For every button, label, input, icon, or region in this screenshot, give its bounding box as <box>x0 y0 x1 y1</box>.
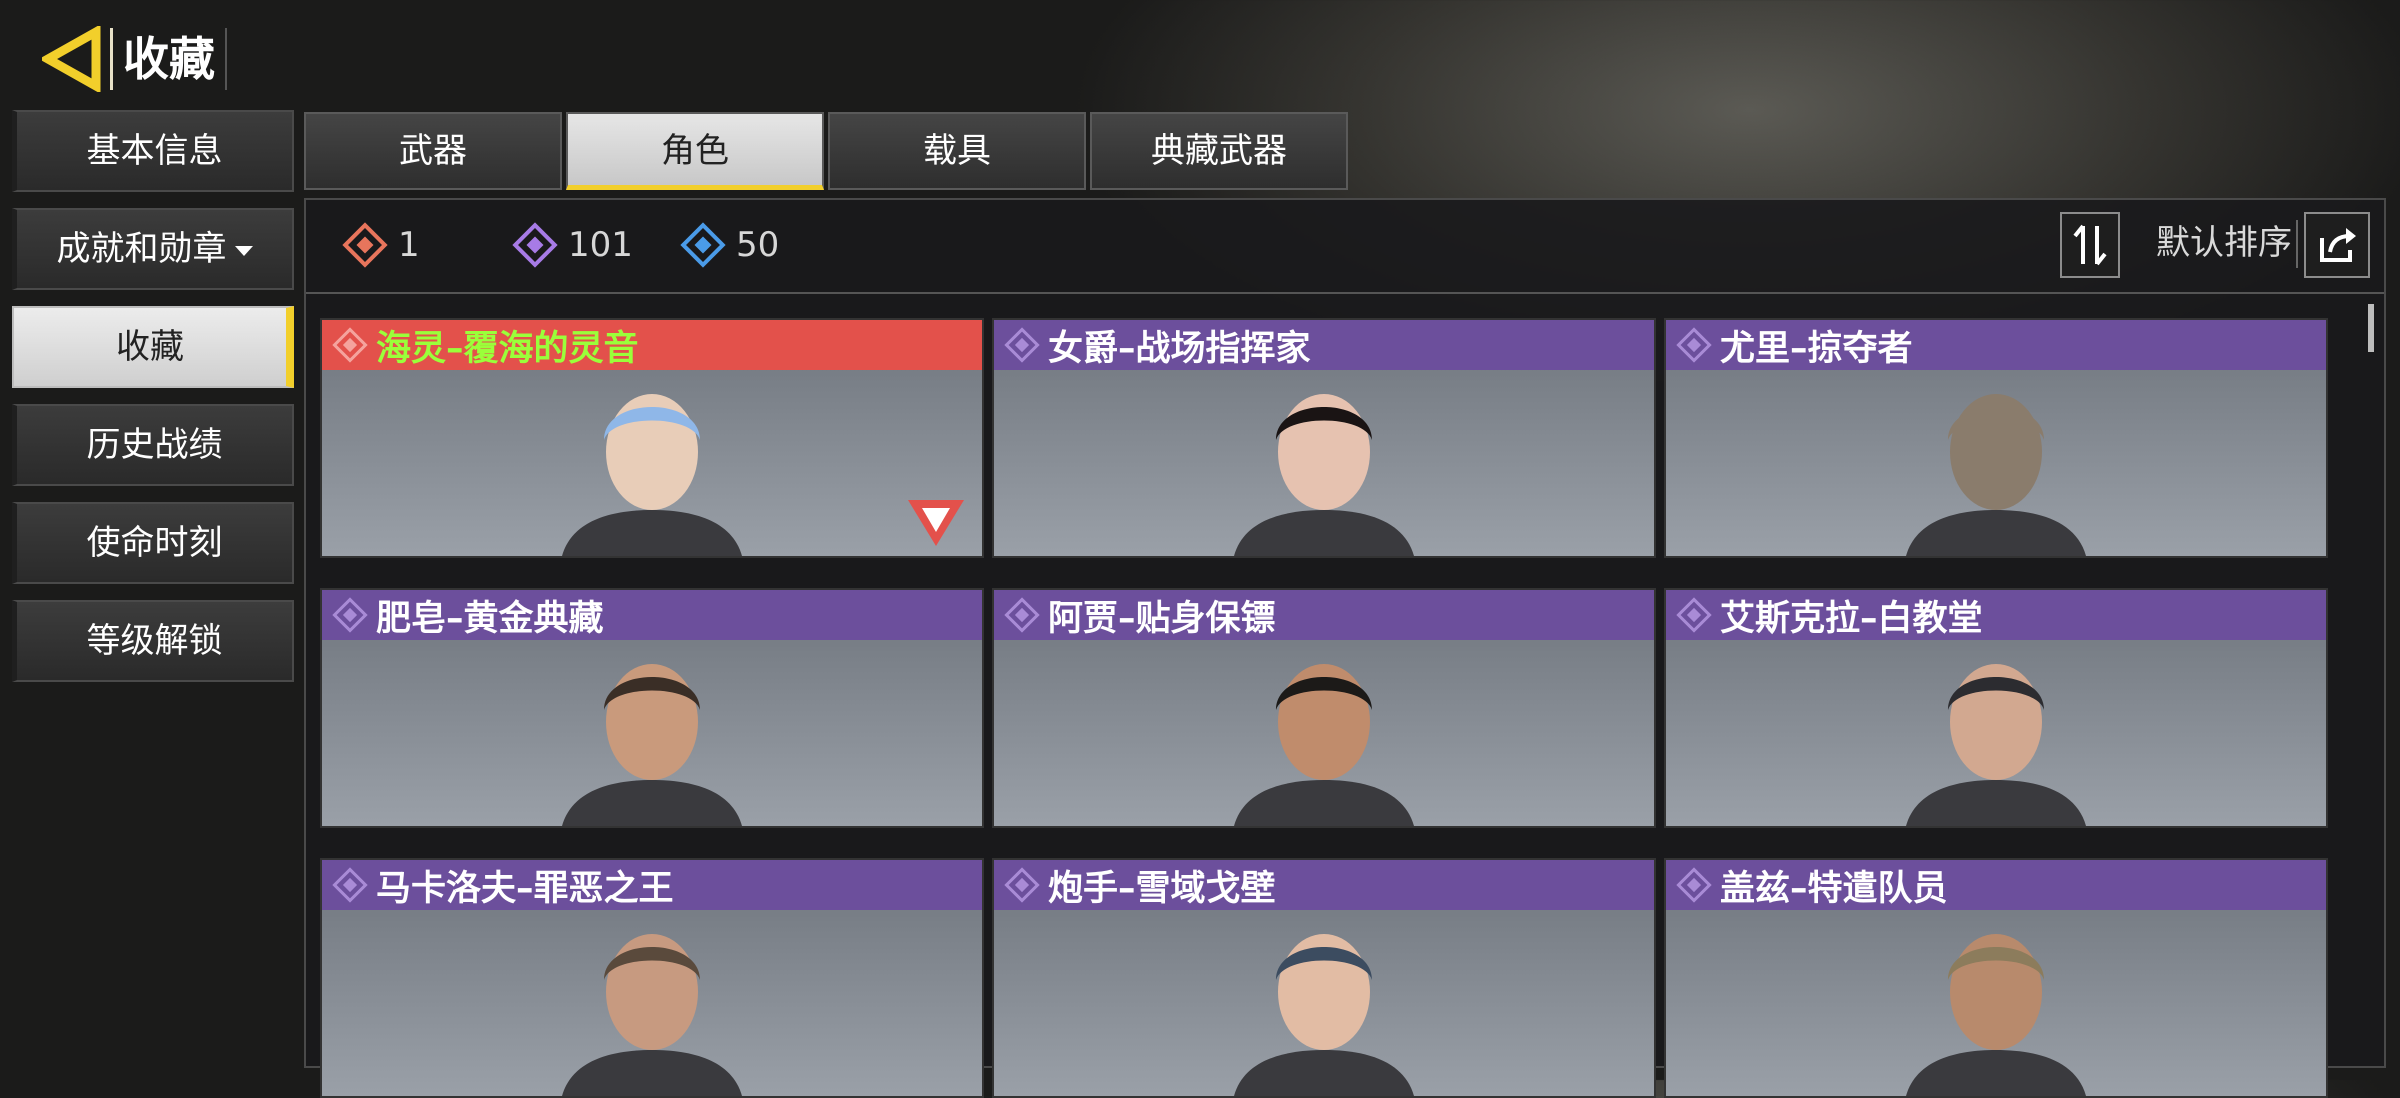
character-name: 肥皂–黄金典藏 <box>376 598 604 639</box>
rarity-icon <box>1004 867 1040 903</box>
sort-label[interactable]: 默认排序 <box>2156 220 2292 266</box>
card-header: 海灵–覆海的灵音 <box>322 320 982 370</box>
character-portrait <box>1234 664 1414 826</box>
rarity-icon <box>1676 867 1712 903</box>
card-header: 炮手–雪域戈壁 <box>994 860 1654 910</box>
toolbar: 1 101 50 默认排序 <box>306 200 2384 294</box>
character-card[interactable]: 海灵–覆海的灵音 <box>320 318 984 558</box>
character-portrait <box>1234 934 1414 1096</box>
chevron-down-icon <box>234 245 253 256</box>
rarity-icon <box>332 327 368 363</box>
character-card[interactable]: 尤里–掠夺者 <box>1664 318 2328 558</box>
page-title: 收藏 <box>110 28 227 90</box>
character-portrait <box>1234 394 1414 556</box>
count-value: 50 <box>736 225 780 265</box>
rarity-icon <box>332 867 368 903</box>
character-card[interactable]: 盖兹–特遣队员 <box>1664 858 2328 1098</box>
count-red: 1 <box>342 222 420 268</box>
count-value: 1 <box>398 225 420 265</box>
sidebar-item-collection[interactable]: 收藏 <box>12 306 294 388</box>
character-card[interactable]: 艾斯克拉–白教堂 <box>1664 588 2328 828</box>
character-portrait <box>562 934 742 1096</box>
rarity-icon <box>332 597 368 633</box>
back-arrow-icon <box>38 24 101 94</box>
tab-label: 武器 <box>399 131 467 171</box>
sidebar-item-history[interactable]: 历史战绩 <box>12 404 294 486</box>
sidebar-item-label: 等级解锁 <box>86 621 223 661</box>
card-header: 肥皂–黄金典藏 <box>322 590 982 640</box>
count-value: 101 <box>568 225 633 265</box>
character-name: 马卡洛夫–罪恶之王 <box>376 868 674 909</box>
sidebar-item-basic-info[interactable]: 基本信息 <box>12 110 294 192</box>
tab-characters[interactable]: 角色 <box>566 112 824 190</box>
count-blue: 50 <box>680 222 779 268</box>
tab-weapons[interactable]: 武器 <box>304 112 562 190</box>
character-portrait <box>1906 934 2086 1096</box>
tab-vehicles[interactable]: 载具 <box>828 112 1086 190</box>
tab-label: 典藏武器 <box>1151 131 1287 171</box>
tab-legendary-weapons[interactable]: 典藏武器 <box>1090 112 1348 190</box>
sidebar-item-label: 使命时刻 <box>86 523 223 563</box>
character-name: 海灵–覆海的灵音 <box>376 328 639 369</box>
sort-arrows-icon <box>2073 224 2107 266</box>
card-header: 盖兹–特遣队员 <box>1666 860 2326 910</box>
character-card[interactable]: 肥皂–黄金典藏 <box>320 588 984 828</box>
sidebar-item-label: 历史战绩 <box>86 425 223 465</box>
character-name: 女爵–战场指挥家 <box>1048 328 1311 369</box>
sidebar-item-label: 基本信息 <box>86 131 223 171</box>
rarity-icon <box>1004 597 1040 633</box>
sort-toggle-button[interactable] <box>2060 212 2120 278</box>
rarity-icon <box>1676 327 1712 363</box>
character-portrait <box>562 664 742 826</box>
back-button[interactable] <box>38 24 102 94</box>
character-portrait <box>1906 394 2086 556</box>
card-header: 阿贾–贴身保镖 <box>994 590 1654 640</box>
divider <box>2296 220 2298 268</box>
collection-panel: 1 101 50 默认排序 海灵–覆海的灵音 女爵–战场指挥家 尤里–掠夺者肥皂–黄… <box>304 198 2386 1098</box>
tab-label: 角色 <box>661 131 729 171</box>
rarity-icon <box>1676 597 1712 633</box>
tab-label: 载具 <box>923 131 991 171</box>
character-card[interactable]: 马卡洛夫–罪恶之王 <box>320 858 984 1098</box>
share-button[interactable] <box>2304 212 2370 278</box>
character-name: 尤里–掠夺者 <box>1720 328 1913 369</box>
sidebar-item-achievements[interactable]: 成就和勋章 <box>12 208 294 290</box>
blue-rarity-icon <box>680 222 726 268</box>
card-header: 尤里–掠夺者 <box>1666 320 2326 370</box>
sidebar-item-label: 收藏 <box>116 327 184 367</box>
character-card[interactable]: 女爵–战场指挥家 <box>992 318 1656 558</box>
red-rarity-icon <box>342 222 388 268</box>
character-portrait <box>1906 664 2086 826</box>
character-portrait <box>562 394 742 556</box>
sidebar-item-level-unlock[interactable]: 等级解锁 <box>12 600 294 682</box>
sidebar-item-label: 成就和勋章 <box>56 229 227 269</box>
character-card[interactable]: 阿贾–贴身保镖 <box>992 588 1656 828</box>
scrollbar[interactable] <box>2368 304 2374 352</box>
share-icon <box>2320 228 2356 262</box>
character-name: 艾斯克拉–白教堂 <box>1720 598 1983 639</box>
character-card[interactable]: 炮手–雪域戈壁 <box>992 858 1656 1098</box>
rarity-icon <box>1004 327 1040 363</box>
purple-rarity-icon <box>512 222 558 268</box>
character-name: 阿贾–贴身保镖 <box>1048 598 1276 639</box>
character-name: 盖兹–特遣队员 <box>1720 868 1948 909</box>
legendary-badge-icon <box>908 500 964 546</box>
count-purple: 101 <box>512 222 633 268</box>
card-header: 艾斯克拉–白教堂 <box>1666 590 2326 640</box>
card-header: 马卡洛夫–罪恶之王 <box>322 860 982 910</box>
sidebar-item-moments[interactable]: 使命时刻 <box>12 502 294 584</box>
character-name: 炮手–雪域戈壁 <box>1048 868 1276 909</box>
card-header: 女爵–战场指挥家 <box>994 320 1654 370</box>
